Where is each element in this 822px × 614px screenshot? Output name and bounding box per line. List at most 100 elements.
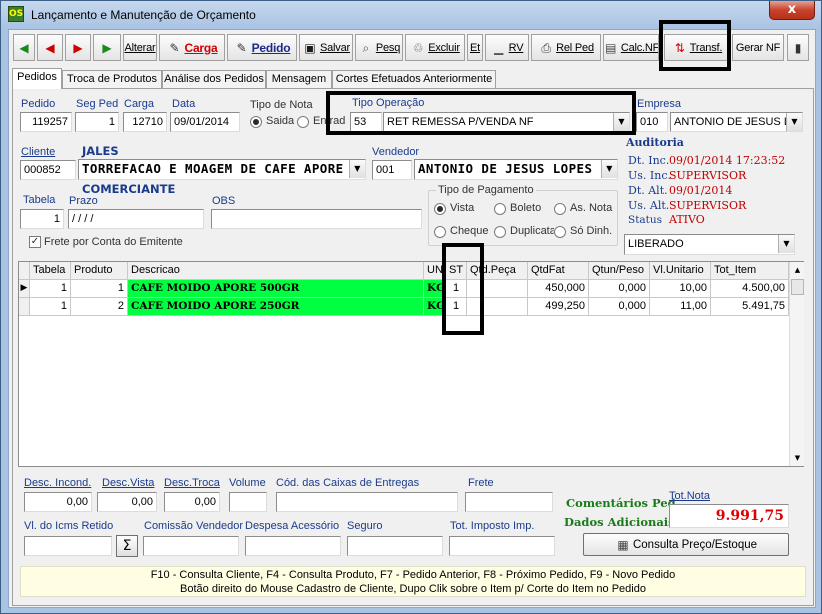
sigma-button[interactable]: Σ xyxy=(116,535,138,557)
transf-button[interactable]: ⇅ Transf. xyxy=(664,34,730,61)
pag-asnota-radio[interactable] xyxy=(554,203,566,215)
scroll-thumb[interactable] xyxy=(791,279,804,295)
et-button[interactable]: Et xyxy=(467,34,483,61)
tabela-field[interactable]: 1 xyxy=(20,209,64,229)
chevron-down-icon[interactable]: ▼ xyxy=(613,113,629,131)
table-cell[interactable]: KG xyxy=(424,280,446,298)
pag-sodinh-radio[interactable] xyxy=(554,226,566,238)
scroll-down-icon[interactable]: ▼ xyxy=(791,450,804,466)
dados-adicionais-link[interactable]: Dados Adicionais xyxy=(564,515,675,529)
grid-header-st[interactable]: ST xyxy=(446,262,467,280)
alterar-button[interactable]: Alterar xyxy=(123,34,157,61)
items-grid[interactable]: Tabela Produto Descricao UN ST Qtd.Peça … xyxy=(18,261,804,467)
desc-incond-field[interactable]: 0,00 xyxy=(24,492,92,512)
frete-checkbox[interactable]: ✓ xyxy=(29,236,41,248)
scroll-up-icon[interactable]: ▲ xyxy=(791,262,804,278)
title-bar[interactable]: OS Lançamento e Manutenção de Orçamento … xyxy=(1,1,821,29)
entrada-radio[interactable] xyxy=(297,116,309,128)
table-cell[interactable]: 1 xyxy=(30,280,71,298)
table-cell[interactable]: CAFE MOIDO APORE 500GR xyxy=(128,280,424,298)
table-cell[interactable]: 1 xyxy=(30,298,71,316)
grid-header-tabela[interactable]: Tabela xyxy=(30,262,71,280)
comissao-field[interactable] xyxy=(143,536,239,556)
grid-header-qtun[interactable]: Qtun/Peso xyxy=(589,262,650,280)
previous-record-button[interactable]: ◀ xyxy=(37,34,63,61)
table-cell[interactable]: 2 xyxy=(71,298,128,316)
salvar-button[interactable]: ▣ Salvar xyxy=(299,34,353,61)
grid-vertical-scrollbar[interactable]: ▲ ▼ xyxy=(789,262,804,466)
caixas-field[interactable] xyxy=(276,492,458,512)
prazo-field[interactable]: / / / / xyxy=(68,209,204,229)
grid-header-tot[interactable]: Tot_Item xyxy=(711,262,789,280)
status-combo[interactable]: LIBERADO ▼ xyxy=(624,234,795,255)
table-cell[interactable]: 499,250 xyxy=(528,298,589,316)
consulta-preco-button[interactable]: ▦ Consulta Preço/Estoque xyxy=(583,533,789,556)
rv-button[interactable]: ▁ RV xyxy=(485,34,529,61)
carga-field[interactable]: 12710 xyxy=(123,112,167,132)
table-cell[interactable]: 0,000 xyxy=(589,280,650,298)
carga-button[interactable]: ✎ Carga xyxy=(159,34,225,61)
table-cell[interactable]: KG xyxy=(424,298,446,316)
despesa-field[interactable] xyxy=(245,536,341,556)
table-cell[interactable]: 450,000 xyxy=(528,280,589,298)
empresa-code[interactable]: 010 xyxy=(636,112,668,132)
frete-total-field[interactable] xyxy=(465,492,553,512)
pag-duplicata-radio[interactable] xyxy=(494,226,506,238)
exit-button[interactable]: ▮ xyxy=(787,34,809,61)
volume-field[interactable] xyxy=(229,492,267,512)
table-cell[interactable]: 1 xyxy=(446,280,467,298)
tab-cortes[interactable]: Cortes Efetuados Anteriormente xyxy=(332,70,496,88)
desc-vista-field[interactable]: 0,00 xyxy=(97,492,157,512)
segped-field[interactable]: 1 xyxy=(75,112,119,132)
empresa-combo[interactable]: ANTONIO DE JESUS LO ▼ xyxy=(670,112,803,132)
grid-header-qtdpeca[interactable]: Qtd.Peça xyxy=(467,262,528,280)
pag-boleto-radio[interactable] xyxy=(494,203,506,215)
pedido-button[interactable]: ✎ Pedido xyxy=(227,34,297,61)
next-record-button[interactable]: ▶ xyxy=(65,34,91,61)
table-cell[interactable]: 1 xyxy=(71,280,128,298)
data-field[interactable]: 09/01/2014 xyxy=(170,112,240,132)
chevron-down-icon[interactable]: ▼ xyxy=(601,160,617,178)
desc-troca-field[interactable]: 0,00 xyxy=(164,492,220,512)
gerar-nf-button[interactable]: Gerar NF xyxy=(732,34,784,61)
pag-vista-radio[interactable] xyxy=(434,203,446,215)
grid-header-produto[interactable]: Produto xyxy=(71,262,128,280)
comentarios-link[interactable]: Comentários Ped xyxy=(566,496,676,510)
tab-pedidos[interactable]: Pedidos xyxy=(12,68,62,89)
cliente-code[interactable]: 000852 xyxy=(20,160,76,180)
grid-header-un[interactable]: UN xyxy=(424,262,446,280)
grid-header-qtdfat[interactable]: QtdFat xyxy=(528,262,589,280)
close-button[interactable]: x xyxy=(769,1,815,20)
table-cell[interactable] xyxy=(467,298,528,316)
calc-nf-button[interactable]: ▤ Calc.NF xyxy=(603,34,659,61)
table-cell[interactable]: 5.491,75 xyxy=(711,298,789,316)
last-record-button[interactable]: ▶ xyxy=(93,34,121,61)
totimp-field[interactable] xyxy=(449,536,555,556)
table-cell[interactable]: 10,00 xyxy=(650,280,711,298)
table-cell[interactable]: CAFE MOIDO APORE 250GR xyxy=(128,298,424,316)
vendedor-combo[interactable]: ANTONIO DE JESUS LOPES ▼ xyxy=(414,159,618,180)
seguro-field[interactable] xyxy=(347,536,443,556)
pedido-field[interactable]: 119257 xyxy=(20,112,72,132)
chevron-down-icon[interactable]: ▼ xyxy=(786,113,802,131)
first-record-button[interactable]: ◀ xyxy=(13,34,35,61)
tab-mensagem[interactable]: Mensagem xyxy=(266,70,332,88)
cliente-name-combo[interactable]: TORREFACAO E MOAGEM DE CAFE APORE L ▼ xyxy=(78,159,366,180)
vendedor-code[interactable]: 001 xyxy=(372,160,412,180)
tab-analise-pedidos[interactable]: Análise dos Pedidos xyxy=(162,70,266,88)
pesquisar-button[interactable]: ⌕ Pesq xyxy=(355,34,403,61)
tab-troca-produtos[interactable]: Troca de Produtos xyxy=(62,70,162,88)
table-cell[interactable]: 1 xyxy=(446,298,467,316)
grid-header-vlunit[interactable]: Vl.Unitario xyxy=(650,262,711,280)
icms-field[interactable] xyxy=(24,536,112,556)
tipo-operacao-combo[interactable]: RET REMESSA P/VENDA NF ▼ xyxy=(383,112,630,132)
table-cell[interactable]: 11,00 xyxy=(650,298,711,316)
obs-field[interactable] xyxy=(211,209,422,229)
saida-radio[interactable] xyxy=(250,116,262,128)
excluir-button[interactable]: ♲ Excluir xyxy=(405,34,465,61)
pag-cheque-radio[interactable] xyxy=(434,226,446,238)
rel-ped-button[interactable]: ⎙ Rel Ped xyxy=(531,34,601,61)
table-cell[interactable]: 4.500,00 xyxy=(711,280,789,298)
grid-header-descricao[interactable]: Descricao xyxy=(128,262,424,280)
chevron-down-icon[interactable]: ▼ xyxy=(349,160,365,178)
